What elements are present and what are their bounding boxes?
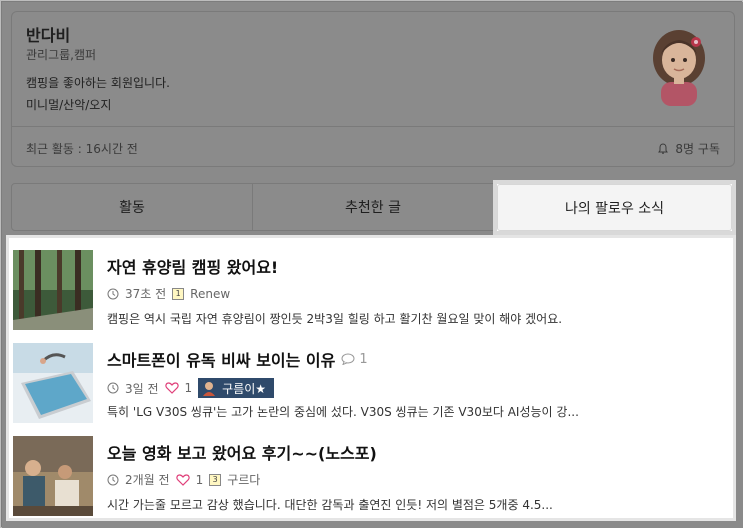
tab-label: 활동 bbox=[119, 200, 145, 216]
clock-icon bbox=[107, 474, 119, 485]
author-level-icon: 1 bbox=[172, 287, 185, 300]
post-meta: 37초 전 1 Renew bbox=[107, 285, 230, 302]
tab-label: 추천한 글 bbox=[345, 200, 401, 216]
profile-group: 관리그룹,캠퍼 bbox=[26, 48, 97, 62]
post-time: 3일 전 bbox=[125, 381, 159, 396]
post-title[interactable]: 오늘 영화 보고 왔어요 후기~~(노스포) bbox=[107, 440, 377, 464]
post-summary: 시간 가는줄 모르고 감상 했습니다. 대단한 감독과 출연진 인듯! 저의 별… bbox=[107, 498, 553, 512]
avatar bbox=[653, 30, 705, 106]
post-author[interactable]: 구르다 bbox=[227, 471, 260, 488]
like-count: 1 bbox=[184, 381, 193, 395]
comment-count[interactable]: 1 bbox=[341, 351, 368, 367]
tab-recommended[interactable]: 추천한 글 bbox=[253, 184, 494, 230]
post-thumbnail[interactable] bbox=[13, 250, 93, 330]
last-activity: 최근 활동 : 16시간 전 bbox=[26, 142, 138, 156]
post-title-text: 자연 휴양림 캠핑 왔어요! bbox=[107, 258, 279, 277]
heart-icon[interactable] bbox=[175, 473, 190, 486]
bell-icon bbox=[658, 142, 669, 154]
comment-count-label: 1 bbox=[359, 351, 368, 367]
like-count: 1 bbox=[195, 472, 204, 487]
follower-count-label: 8명 구독 bbox=[675, 142, 720, 156]
author-level-icon: 3 bbox=[209, 473, 222, 486]
post-title[interactable]: 스마트폰이 유독 비싸 보이는 이유 1 bbox=[107, 347, 368, 371]
author-avatar-icon bbox=[203, 382, 216, 396]
list-item[interactable]: 자연 휴양림 캠핑 왔어요! 37초 전 1 Renew 캠핑은 역시 국립 자… bbox=[11, 242, 731, 334]
post-author[interactable]: Renew bbox=[190, 287, 230, 301]
post-meta: 3일 전 1 구름이★ bbox=[107, 378, 275, 398]
comment-icon bbox=[341, 353, 355, 365]
post-meta: 2개월 전 1 3 구르다 bbox=[107, 471, 260, 488]
list-item[interactable]: 오늘 영화 보고 왔어요 후기~~(노스포) 2개월 전 1 3 구르다 시간 … bbox=[11, 428, 731, 518]
post-title-text: 오늘 영화 보고 왔어요 후기~~(노스포) bbox=[107, 444, 377, 463]
post-time: 37초 전 bbox=[125, 287, 167, 301]
post-title-text: 스마트폰이 유독 비싸 보이는 이유 bbox=[107, 351, 336, 370]
clock-icon bbox=[107, 288, 119, 299]
profile-card: 반다비 관리그룹,캠퍼 캠핑을 좋아하는 회원입니다. 미니멀/산악/오지 최근… bbox=[11, 11, 735, 167]
post-thumbnail[interactable] bbox=[13, 343, 93, 423]
tab-activity[interactable]: 활동 bbox=[12, 184, 253, 230]
tab-label: 나의 팔로우 소식 bbox=[564, 200, 665, 217]
profile-description: 캠핑을 좋아하는 회원입니다. bbox=[26, 76, 170, 90]
post-summary: 캠핑은 역시 국립 자연 휴양림이 짱인듯 2박3일 힐링 하고 활기찬 월요일… bbox=[107, 312, 563, 326]
post-time: 2개월 전 bbox=[125, 473, 170, 487]
follow-count[interactable]: 8명 구독 bbox=[657, 140, 720, 157]
post-title[interactable]: 자연 휴양림 캠핑 왔어요! bbox=[107, 254, 278, 278]
list-item[interactable]: 스마트폰이 유독 비싸 보이는 이유 1 3일 전 1 구름이★ 특히 'LG … bbox=[11, 335, 731, 427]
profile-divider bbox=[12, 126, 734, 127]
window-frame: 반다비 관리그룹,캠퍼 캠핑을 좋아하는 회원입니다. 미니멀/산악/오지 최근… bbox=[0, 0, 743, 528]
heart-icon[interactable] bbox=[164, 382, 179, 394]
author-badge[interactable]: 구름이★ bbox=[198, 378, 275, 398]
post-author: 구름이★ bbox=[222, 381, 267, 396]
post-thumbnail[interactable] bbox=[13, 436, 93, 516]
post-summary: 특히 'LG V30S 씽큐'는 고가 논란의 중심에 섰다. V30S 씽큐는… bbox=[107, 405, 579, 419]
tab-follow-news[interactable]: 나의 팔로우 소식 bbox=[493, 180, 736, 235]
follow-news-list: 자연 휴양림 캠핑 왔어요! 37초 전 1 Renew 캠핑은 역시 국립 자… bbox=[6, 235, 736, 521]
profile-name: 반다비 bbox=[26, 26, 71, 45]
profile-tags: 미니멀/산악/오지 bbox=[26, 98, 112, 112]
clock-icon bbox=[107, 382, 119, 394]
